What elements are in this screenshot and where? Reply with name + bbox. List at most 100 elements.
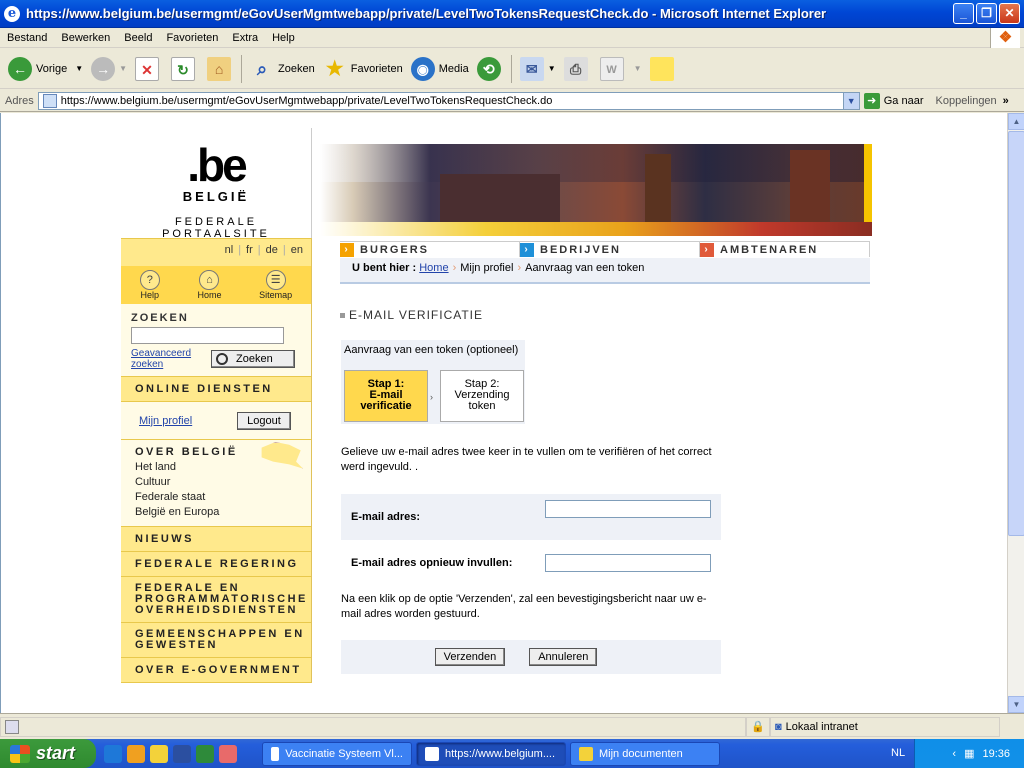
search-icon: ⌕ [257, 58, 268, 79]
site-search-label: Zoeken [236, 353, 273, 365]
edit-button[interactable]: W ▼ [599, 53, 642, 85]
minimize-button[interactable]: _ [953, 3, 974, 24]
task-label: Vaccinatie Systeem Vl... [285, 747, 403, 760]
about-item-federal-state[interactable]: Federale staat [135, 491, 311, 503]
media-quicklaunch-icon[interactable] [127, 744, 145, 763]
network-icon[interactable]: ▦ [964, 747, 974, 760]
scroll-up-icon[interactable]: ▲ [1008, 113, 1024, 130]
address-dropdown-icon[interactable]: ▼ [842, 92, 859, 109]
mail-dropdown-icon[interactable]: ▼ [548, 64, 556, 73]
ie-window-icon [425, 746, 439, 761]
site-search-input[interactable] [131, 327, 284, 344]
about-belgium-section: OVER BELGIË Het land Cultuur Federale st… [121, 440, 311, 527]
links-button[interactable]: Koppelingen [936, 95, 997, 107]
forward-arrow-icon: → [91, 56, 116, 81]
menu-favorieten[interactable]: Favorieten [159, 32, 225, 44]
close-button[interactable]: ✕ [999, 3, 1020, 24]
egov-heading[interactable]: OVER E-GOVERNMENT [121, 658, 311, 683]
edit-dropdown-icon[interactable]: ▼ [634, 64, 642, 73]
sitemap-link[interactable]: ☰ Sitemap [259, 270, 292, 300]
media-button[interactable]: ◉ Media [410, 53, 469, 85]
home-label: Home [197, 290, 222, 300]
scroll-down-icon[interactable]: ▼ [1008, 696, 1024, 713]
page-viewport: .be BELGIË FEDERALE PORTAALSITE nl | fr | de… [0, 113, 1007, 713]
search-button[interactable]: ⌕ Zoeken [250, 53, 315, 85]
logout-button[interactable]: Logout [237, 411, 291, 430]
instruction-text: Gelieve uw e-mail adres twee keer in te … [341, 446, 712, 473]
tab-burgers[interactable]: › BURGERS [340, 241, 520, 257]
site-search-button[interactable]: Zoeken [211, 350, 295, 368]
tab-arrow-icon: › [340, 242, 354, 257]
mail-button[interactable]: ✉ ▼ [519, 53, 556, 85]
forward-button[interactable]: → ▼ [91, 53, 127, 85]
excel-quicklaunch-icon[interactable] [196, 744, 214, 763]
address-input[interactable]: https://www.belgium.be/usermgmt/eGovUser… [37, 91, 860, 110]
task-documents[interactable]: Mijn documenten [570, 741, 720, 766]
home-link[interactable]: ⌂ Home [197, 270, 221, 300]
go-arrow-icon: ➜ [863, 92, 880, 109]
country-name: BELGIË [182, 189, 250, 204]
email-repeat-field[interactable] [545, 554, 711, 572]
step-2: Stap 2: Verzending token [440, 370, 524, 422]
advanced-search-link[interactable]: Geavanceerd zoeken [131, 348, 211, 370]
go-button[interactable]: ➜ Ga naar [863, 92, 924, 109]
refresh-button[interactable]: ↻ [171, 53, 199, 85]
menu-extra[interactable]: Extra [225, 32, 265, 44]
lang-nl[interactable]: nl [225, 244, 234, 256]
favorites-button[interactable]: ★ Favorieten [323, 53, 403, 85]
messenger-button[interactable] [649, 53, 678, 85]
restore-button[interactable]: ❐ [976, 3, 997, 24]
email-field[interactable] [545, 500, 711, 518]
more-chevron-icon[interactable]: » [1003, 95, 1009, 107]
lang-en[interactable]: en [291, 244, 303, 256]
menu-bewerken[interactable]: Bewerken [54, 32, 117, 44]
header-banner-image [320, 144, 870, 222]
magnifier-icon [216, 353, 228, 365]
ie-quicklaunch-icon[interactable] [104, 744, 122, 763]
communities-heading[interactable]: GEMEENSCHAPPEN EN GEWESTEN [121, 623, 311, 658]
scroll-thumb[interactable] [1008, 131, 1024, 536]
site-logo[interactable]: .be BELGIË FEDERALE PORTAALSITE [121, 128, 312, 240]
federal-services-heading[interactable]: FEDERALE EN PROGRAMMATORISCHE OVERHEIDSD… [121, 577, 311, 623]
about-item-europe[interactable]: België en Europa [135, 506, 311, 518]
zone-indicator: ◙ Lokaal intranet [770, 716, 1000, 737]
tab-ambtenaren[interactable]: › AMBTENAREN [700, 241, 870, 257]
printer-icon: ⎙ [563, 56, 588, 81]
address-label: Adres [5, 94, 34, 107]
breadcrumb-home-link[interactable]: Home [419, 262, 448, 274]
home-button[interactable]: ⌂ [207, 53, 235, 85]
vertical-scrollbar[interactable]: ▲ ▼ [1007, 113, 1024, 713]
print-button[interactable]: ⎙ [563, 53, 592, 85]
menu-bestand[interactable]: Bestand [0, 32, 54, 44]
task-vaccinatie[interactable]: Vaccinatie Systeem Vl... [262, 741, 412, 766]
online-services-row: Mijn profiel Logout [121, 402, 311, 440]
lang-de[interactable]: de [266, 244, 278, 256]
tab-bedrijven[interactable]: › BEDRIJVEN [520, 241, 700, 257]
history-button[interactable]: ⟲ [476, 53, 505, 85]
online-services-heading[interactable]: ONLINE DIENSTEN [121, 377, 311, 402]
language-indicator[interactable]: NL [891, 747, 905, 759]
my-profile-link[interactable]: Mijn profiel [139, 415, 237, 427]
task-browser[interactable]: https://www.belgium.... [416, 741, 566, 766]
tray-expand-icon[interactable]: ‹ [952, 748, 956, 760]
about-item-culture[interactable]: Cultuur [135, 476, 311, 488]
app-quicklaunch-icon[interactable] [219, 744, 237, 763]
help-link[interactable]: ? Help [139, 270, 160, 300]
lang-fr[interactable]: fr [246, 244, 253, 256]
clock[interactable]: 19:36 [982, 748, 1010, 760]
menu-help[interactable]: Help [265, 32, 302, 44]
back-button[interactable]: ← Vorige ▼ [8, 53, 83, 85]
cancel-button[interactable]: Annuleren [529, 648, 598, 666]
federal-government-heading[interactable]: FEDERALE REGERING [121, 552, 311, 577]
toolbar-separator [241, 54, 243, 83]
menu-beeld[interactable]: Beeld [117, 32, 159, 44]
stop-button[interactable]: ✕ [135, 53, 163, 85]
news-heading[interactable]: NIEUWS [121, 527, 311, 552]
submit-button[interactable]: Verzenden [434, 648, 506, 666]
forward-dropdown-icon[interactable]: ▼ [119, 64, 127, 73]
banner-sky [320, 144, 870, 182]
back-dropdown-icon[interactable]: ▼ [75, 64, 83, 73]
start-button[interactable]: start [0, 739, 96, 768]
star-quicklaunch-icon[interactable] [150, 744, 168, 763]
word-quicklaunch-icon[interactable] [173, 744, 191, 763]
